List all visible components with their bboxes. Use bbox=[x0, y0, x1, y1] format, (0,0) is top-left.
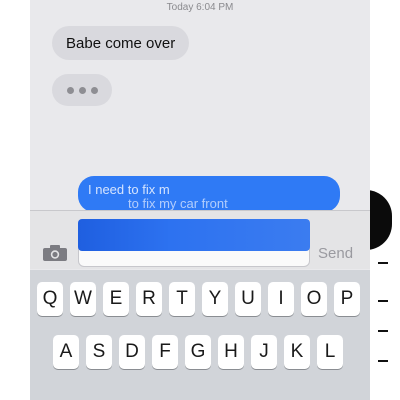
edge-mark bbox=[378, 330, 388, 332]
conversation-timestamp: Today 6:04 PM bbox=[166, 2, 234, 13]
typing-dot bbox=[78, 86, 86, 94]
key-h[interactable]: H bbox=[218, 335, 244, 369]
edge-mark bbox=[378, 360, 388, 362]
key-l[interactable]: L bbox=[317, 335, 343, 369]
key-s[interactable]: S bbox=[86, 335, 112, 369]
key-f[interactable]: F bbox=[152, 335, 178, 369]
key-i[interactable]: I bbox=[268, 282, 294, 316]
key-q[interactable]: Q bbox=[37, 282, 63, 316]
key-w[interactable]: W bbox=[70, 282, 96, 316]
keyboard: Q W E R T Y U I O P A S D F G H J K L bbox=[30, 270, 370, 400]
key-a[interactable]: A bbox=[53, 335, 79, 369]
phone-screen: Today 6:04 PM Babe come over I need to f… bbox=[30, 0, 370, 400]
key-g[interactable]: G bbox=[185, 335, 211, 369]
key-p[interactable]: P bbox=[334, 282, 360, 316]
key-d[interactable]: D bbox=[119, 335, 145, 369]
left-bezel bbox=[0, 0, 30, 400]
typing-dot bbox=[90, 86, 98, 94]
outgoing-message-bubble[interactable]: I need to fix m to fix my car front bbox=[78, 176, 340, 212]
key-e[interactable]: E bbox=[103, 282, 129, 316]
key-o[interactable]: O bbox=[301, 282, 327, 316]
typing-dot bbox=[66, 86, 74, 94]
message-composer: Send bbox=[30, 210, 370, 269]
key-t[interactable]: T bbox=[169, 282, 195, 316]
key-u[interactable]: U bbox=[235, 282, 261, 316]
outgoing-message-line: I need to fix m bbox=[88, 182, 170, 197]
outgoing-message-line: to fix my car front bbox=[128, 196, 228, 211]
incoming-message-text: Babe come over bbox=[66, 34, 176, 52]
key-r[interactable]: R bbox=[136, 282, 162, 316]
key-j[interactable]: J bbox=[251, 335, 277, 369]
send-button[interactable]: Send bbox=[318, 245, 353, 262]
typing-indicator bbox=[52, 74, 112, 106]
incoming-message-bubble[interactable]: Babe come over bbox=[52, 26, 190, 60]
key-y[interactable]: Y bbox=[202, 282, 228, 316]
draft-text-highlight bbox=[78, 219, 310, 251]
edge-mark bbox=[378, 300, 388, 302]
camera-icon[interactable] bbox=[42, 244, 68, 262]
edge-mark bbox=[378, 262, 388, 264]
key-k[interactable]: K bbox=[284, 335, 310, 369]
